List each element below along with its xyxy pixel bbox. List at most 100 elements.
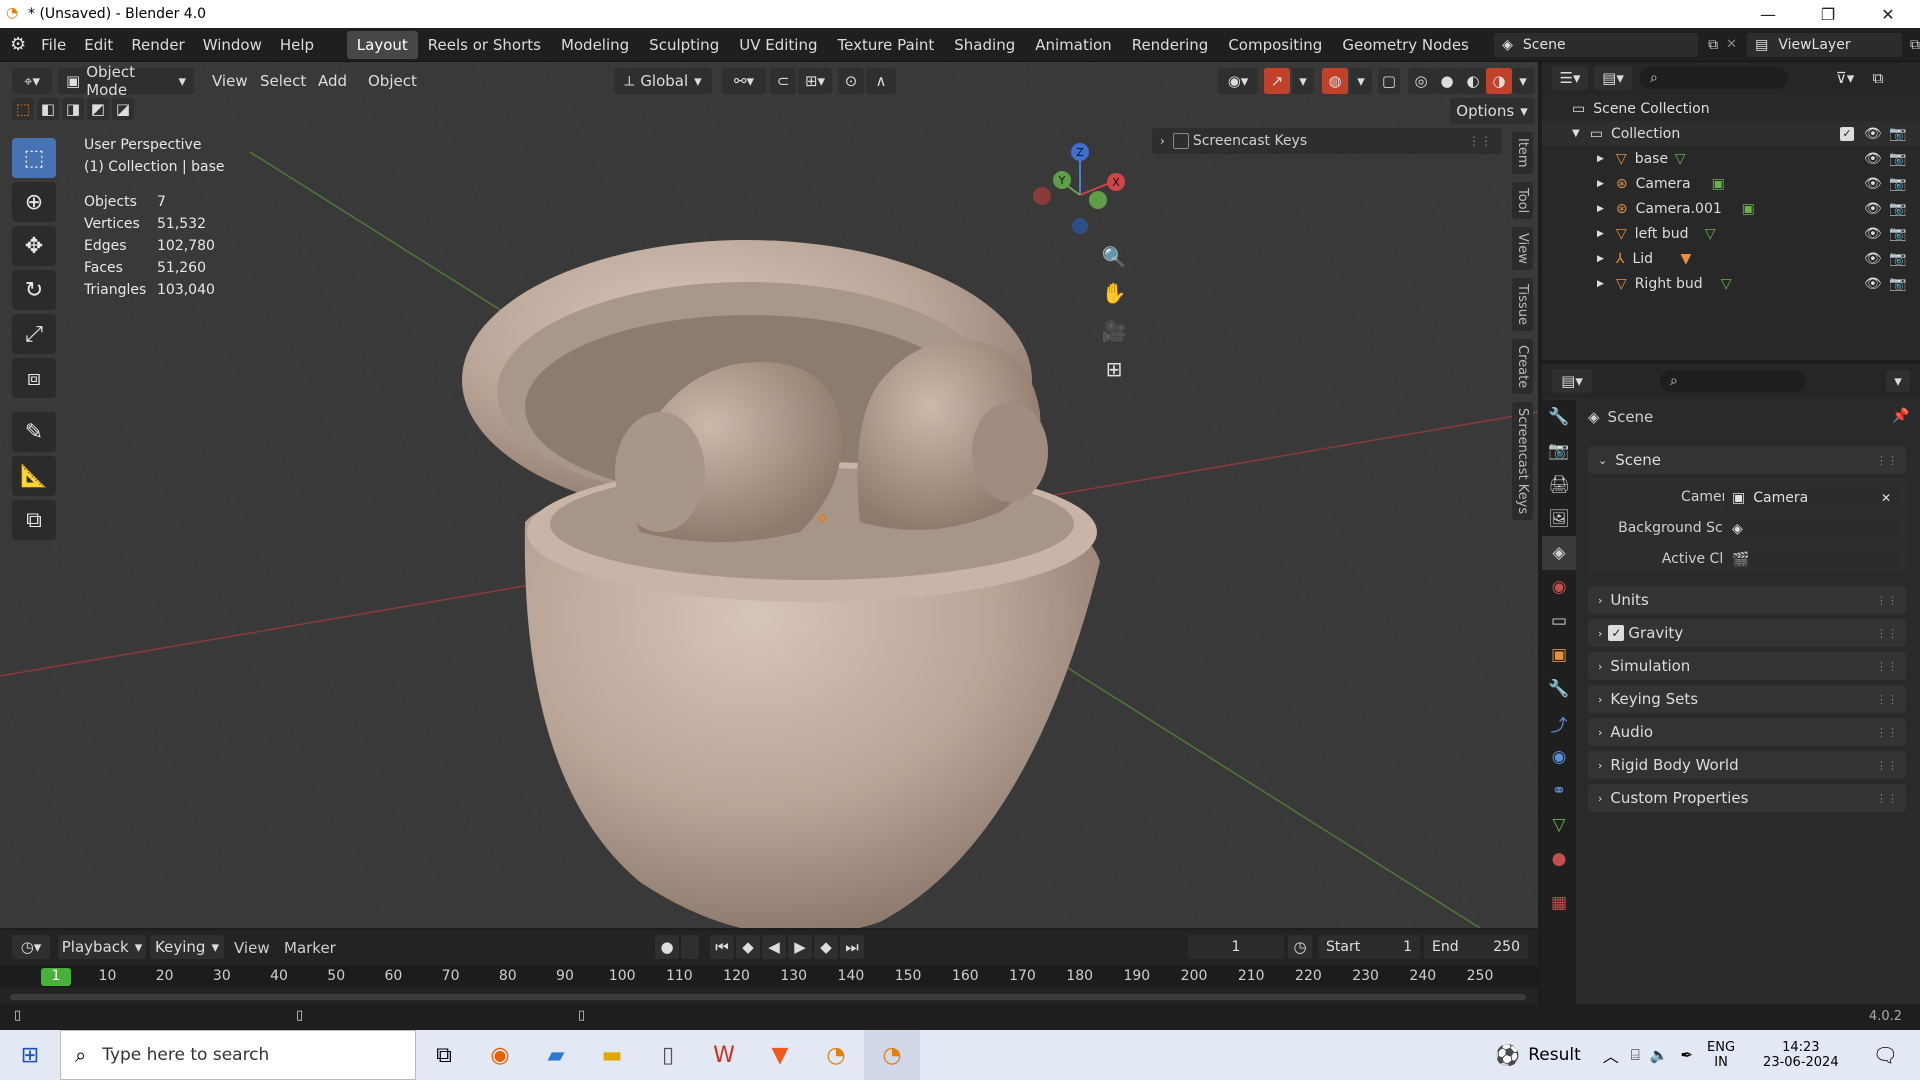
gravity-checkbox[interactable]: ✓ <box>1608 625 1625 641</box>
add-cube-tool[interactable]: ⧉ <box>12 500 56 540</box>
eye-icon[interactable]: 👁 <box>1864 151 1882 167</box>
navigation-gizmo[interactable]: Z X Y <box>1030 140 1130 240</box>
clear-field-icon[interactable]: ✕ <box>1881 491 1891 505</box>
menu-help[interactable]: Help <box>271 36 323 54</box>
jump-end-icon[interactable]: ⏭ <box>840 935 864 959</box>
falloff-icon[interactable]: ∧ <box>866 68 896 94</box>
panel-expand-icon[interactable]: › <box>1160 134 1165 148</box>
timeline-menu-marker[interactable]: Marker <box>284 939 336 957</box>
material-tab-icon[interactable]: ● <box>1542 842 1576 876</box>
move-tool[interactable]: ✥ <box>12 226 56 266</box>
sidebar-tab-tissue[interactable]: Tissue <box>1512 277 1533 331</box>
cursor-tool[interactable]: ⊕ <box>12 182 56 222</box>
play-reverse-icon[interactable]: ◀ <box>762 935 786 959</box>
sidebar-tab-item[interactable]: Item <box>1512 132 1533 174</box>
zoom-icon[interactable]: 🔍 <box>1099 242 1129 272</box>
select-extend-icon[interactable]: ◧ <box>37 98 59 120</box>
current-frame-field[interactable]: 1 <box>1188 935 1284 959</box>
keying-options-icon[interactable] <box>681 935 699 959</box>
wireframe-shading-icon[interactable]: ◎ <box>1408 68 1434 94</box>
eye-icon[interactable]: 👁 <box>1864 176 1882 192</box>
drag-handle-icon[interactable]: ⋮⋮ <box>1876 627 1898 640</box>
collapse-arrow-icon[interactable]: ▼ <box>1572 128 1580 139</box>
network-icon[interactable]: ⌸ <box>1631 1046 1640 1064</box>
screencast-keys-panel[interactable]: › Screencast Keys ⋮⋮ <box>1152 128 1502 154</box>
viewport-menu-view[interactable]: View <box>204 68 256 94</box>
options-button[interactable]: Options ▾ <box>1450 98 1534 124</box>
tray-chevron-icon[interactable]: ︿ <box>1603 1043 1619 1067</box>
world-tab-icon[interactable]: ◉ <box>1542 570 1576 604</box>
data-tab-icon[interactable]: ▽ <box>1542 808 1576 842</box>
select-box-tool[interactable]: ⬚ <box>12 138 56 178</box>
start-frame-field[interactable]: Start 1 <box>1318 935 1420 959</box>
filter-icon[interactable]: ⊽▾ <box>1828 66 1862 90</box>
close-button[interactable]: ✕ <box>1865 0 1911 28</box>
gizmo-neg-x[interactable] <box>1033 187 1051 205</box>
units-panel[interactable]: › Units ⋮⋮ <box>1588 586 1906 614</box>
select-intersect-icon[interactable]: ◪ <box>112 98 134 120</box>
properties-search-input[interactable]: ⌕ <box>1660 370 1806 392</box>
gizmo-toggle-icon[interactable]: ↗ <box>1264 68 1290 94</box>
brave-icon[interactable]: ▼ <box>752 1030 808 1080</box>
preview-range-icon[interactable]: ◷ <box>1288 935 1312 959</box>
gravity-panel[interactable]: › ✓ Gravity ⋮⋮ <box>1588 619 1906 647</box>
minimize-button[interactable]: — <box>1745 0 1791 28</box>
physics-tab-icon[interactable]: ◉ <box>1542 740 1576 774</box>
drag-handle-icon[interactable]: ⋮⋮ <box>1876 660 1898 673</box>
volume-icon[interactable]: 🔈 <box>1650 1046 1669 1064</box>
notification-icon[interactable]: 🗨 <box>1873 1043 1898 1067</box>
eye-icon[interactable]: 👁 <box>1864 251 1882 267</box>
pen-icon[interactable]: ✒ <box>1680 1046 1693 1064</box>
auto-keying-icon[interactable]: ● <box>655 935 679 959</box>
rigid-body-world-panel[interactable]: › Rigid Body World ⋮⋮ <box>1588 751 1906 779</box>
camera-render-icon[interactable]: 📷 <box>1889 151 1906 167</box>
tab-geometry-nodes[interactable]: Geometry Nodes <box>1332 31 1479 59</box>
viewport-menu-add[interactable]: Add <box>310 68 355 94</box>
keying-sets-panel[interactable]: › Keying Sets ⋮⋮ <box>1588 685 1906 713</box>
blender-menu-icon[interactable]: ⚙ <box>10 34 26 55</box>
tab-texture-paint[interactable]: Texture Paint <box>827 31 944 59</box>
outliner-row-camera-001[interactable]: ▶ ⊛ Camera.001 ▣ 👁 📷 <box>1542 196 1920 221</box>
tab-layout[interactable]: Layout <box>346 30 418 59</box>
scene-panel-header[interactable]: ⌄ Scene ⋮⋮ <box>1588 446 1906 474</box>
timeline-scrollbar[interactable] <box>10 994 1526 1000</box>
outliner-row-base[interactable]: ▶ ▽ base ▽ 👁 📷 <box>1542 146 1920 171</box>
maximize-button[interactable]: ❐ <box>1805 0 1851 28</box>
object-tab-icon[interactable]: ▣ <box>1542 638 1576 672</box>
editor-type-button[interactable]: ⌖▾ <box>12 68 52 94</box>
scene-selector[interactable]: ◈ Scene <box>1494 32 1699 57</box>
windows-start-icon[interactable]: ⊞ <box>0 1030 60 1080</box>
overlay-toggle-icon[interactable]: ◍ <box>1322 68 1348 94</box>
texture-tab-icon[interactable]: ▦ <box>1542 886 1576 920</box>
tab-compositing[interactable]: Compositing <box>1218 31 1332 59</box>
select-invert-icon[interactable]: ◩ <box>87 98 109 120</box>
ortho-grid-icon[interactable]: ⊞ <box>1099 354 1129 384</box>
eye-icon[interactable]: 👁 <box>1864 276 1882 292</box>
drag-handle-icon[interactable]: ⋮⋮ <box>1876 594 1898 607</box>
snap-target-button[interactable]: ⊞▾ <box>798 68 832 94</box>
menu-edit[interactable]: Edit <box>75 36 122 54</box>
sidebar-tab-create[interactable]: Create <box>1512 338 1533 394</box>
shading-dropdown[interactable]: ▾ <box>1512 68 1534 94</box>
rotate-tool[interactable]: ↻ <box>12 270 56 310</box>
camera-view-icon[interactable]: 🎥 <box>1099 316 1129 346</box>
next-keyframe-icon[interactable]: ◆ <box>814 935 838 959</box>
timeline-menu-view[interactable]: View <box>234 939 270 957</box>
sidebar-tab-tool[interactable]: Tool <box>1512 181 1533 219</box>
expand-arrow-icon[interactable]: ▶ <box>1597 254 1604 264</box>
weather-label[interactable]: Result <box>1528 1045 1581 1065</box>
solid-shading-icon[interactable]: ● <box>1434 68 1460 94</box>
drag-handle-icon[interactable]: ⋮⋮ <box>1876 693 1898 706</box>
file-explorer-icon[interactable]: ▬ <box>584 1030 640 1080</box>
drag-handle-icon[interactable]: ⋮⋮ <box>1876 792 1898 805</box>
expand-arrow-icon[interactable]: ▶ <box>1597 279 1604 289</box>
camera-render-icon[interactable]: 📷 <box>1889 201 1906 217</box>
outliner-row-camera[interactable]: ▶ ⊛ Camera ▣ 👁 📷 <box>1542 171 1920 196</box>
transform-orientation[interactable]: ⟂ Global ▾ <box>614 68 712 94</box>
tab-reels-or-shorts[interactable]: Reels or Shorts <box>418 31 551 59</box>
collection-tab-icon[interactable]: ▭ <box>1542 604 1576 638</box>
custom-properties-panel[interactable]: › Custom Properties ⋮⋮ <box>1588 784 1906 812</box>
gizmo-neg-z[interactable] <box>1072 218 1088 234</box>
camera-field[interactable]: ▣ Camera ✕ <box>1724 486 1899 510</box>
sidebar-tab-view[interactable]: View <box>1512 226 1533 270</box>
